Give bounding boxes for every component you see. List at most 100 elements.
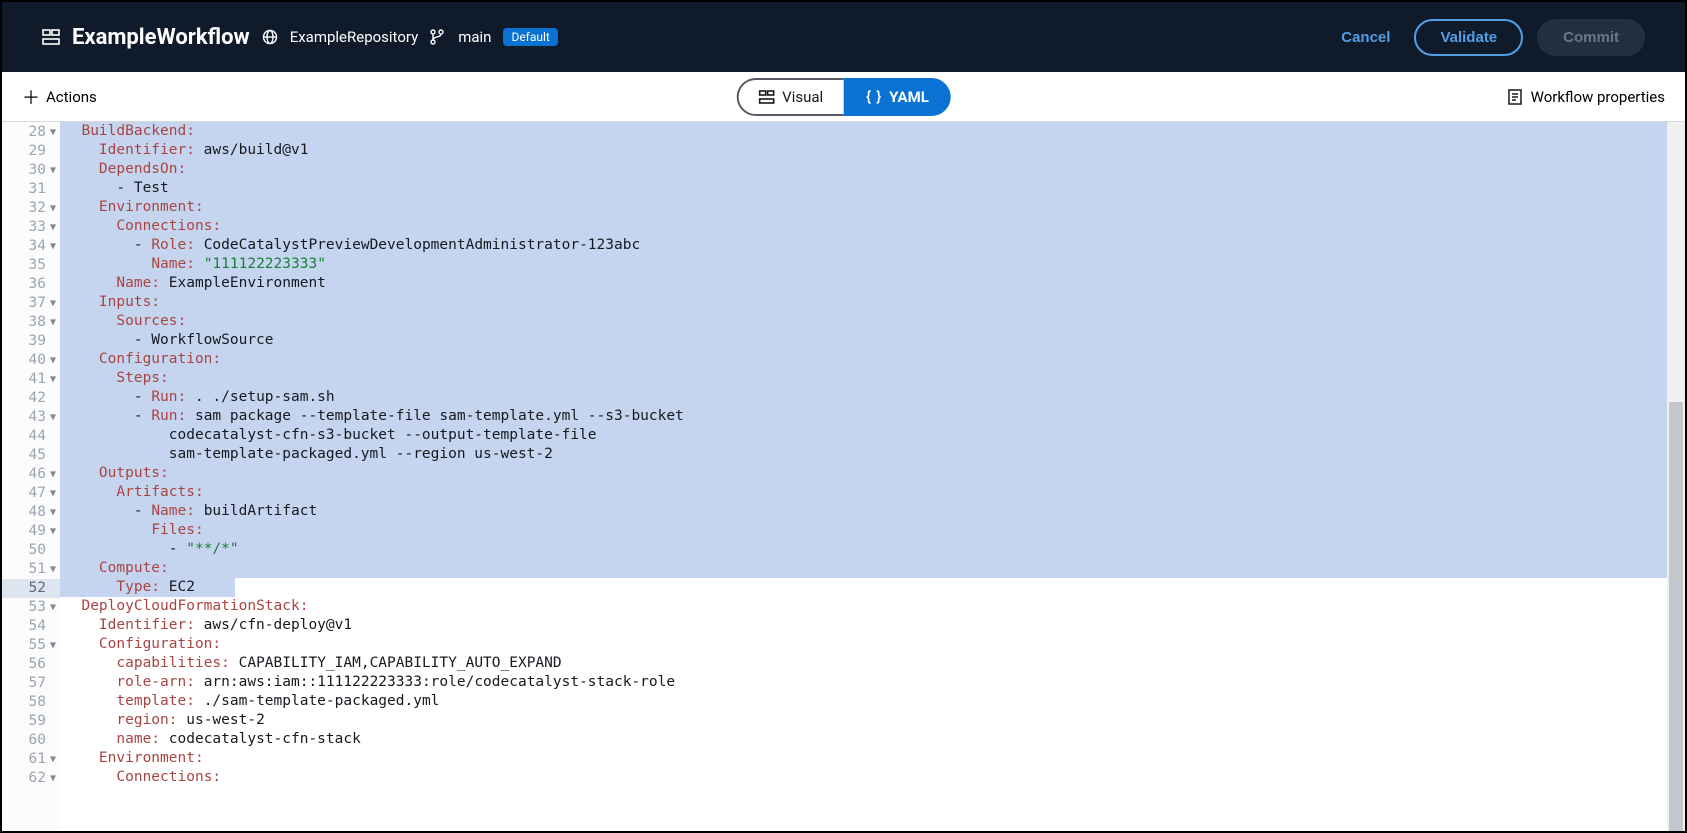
gutter-line: 34▼ [2,237,60,256]
code-line[interactable]: Compute: [60,559,1685,578]
fold-marker-icon[interactable]: ▼ [48,484,56,503]
gutter-line: 44 [2,427,60,446]
yaml-tab[interactable]: YAML [843,78,951,116]
gutter-line: 42 [2,389,60,408]
code-line[interactable]: Configuration: [60,635,1685,654]
fold-marker-icon[interactable]: ▼ [48,294,56,313]
code-line[interactable]: codecatalyst-cfn-s3-bucket --output-temp… [60,426,1685,445]
code-line[interactable]: - Name: buildArtifact [60,502,1685,521]
gutter-line: 40▼ [2,351,60,370]
gutter-line: 39 [2,332,60,351]
header-bar: ExampleWorkflow ExampleRepository main D… [2,2,1685,72]
fold-marker-icon[interactable]: ▼ [48,503,56,522]
code-line[interactable]: Configuration: [60,350,1685,369]
fold-marker-icon[interactable]: ▼ [48,123,56,142]
fold-marker-icon[interactable]: ▼ [48,218,56,237]
fold-marker-icon[interactable]: ▼ [48,351,56,370]
gutter-line: 32▼ [2,199,60,218]
code-line[interactable]: DeployCloudFormationStack: [60,597,1685,616]
code-line[interactable]: Steps: [60,369,1685,388]
fold-marker-icon[interactable]: ▼ [48,313,56,332]
code-line[interactable]: Identifier: aws/cfn-deploy@v1 [60,616,1685,635]
fold-marker-icon[interactable]: ▼ [48,465,56,484]
fold-marker-icon[interactable]: ▼ [48,237,56,256]
cancel-button[interactable]: Cancel [1331,23,1400,52]
gutter-line: 53▼ [2,598,60,617]
code-line[interactable]: Connections: [60,768,1685,787]
gutter-line: 62▼ [2,769,60,788]
code-line[interactable]: role-arn: arn:aws:iam::111122223333:role… [60,673,1685,692]
gutter-line: 49▼ [2,522,60,541]
gutter-line: 31 [2,180,60,199]
code-line[interactable]: name: codecatalyst-cfn-stack [60,730,1685,749]
code-editor[interactable]: 28▼2930▼3132▼33▼34▼353637▼38▼3940▼41▼424… [2,122,1685,831]
code-line[interactable]: Environment: [60,749,1685,768]
code-line[interactable]: template: ./sam-template-packaged.yml [60,692,1685,711]
braces-icon [865,89,881,105]
actions-button[interactable]: ＋ Actions [22,84,97,110]
code-line[interactable]: Connections: [60,217,1685,236]
scrollbar-vertical[interactable] [1667,122,1685,831]
code-line[interactable]: Name: ExampleEnvironment [60,274,1685,293]
scroll-thumb[interactable] [1669,402,1683,831]
code-line[interactable]: region: us-west-2 [60,711,1685,730]
code-line[interactable]: - Role: CodeCatalystPreviewDevelopmentAd… [60,236,1685,255]
code-line[interactable]: Type: EC2 [60,578,1685,597]
fold-marker-icon[interactable]: ▼ [48,769,56,788]
gutter-line: 54 [2,617,60,636]
editor-code-area[interactable]: BuildBackend: Identifier: aws/build@v1 D… [60,122,1685,831]
fold-marker-icon[interactable]: ▼ [48,370,56,389]
yaml-label: YAML [889,88,929,106]
visual-tab[interactable]: Visual [736,78,843,116]
fold-marker-icon[interactable]: ▼ [48,636,56,655]
workflow-icon [42,28,60,46]
fold-marker-icon[interactable]: ▼ [48,598,56,617]
fold-marker-icon[interactable]: ▼ [48,161,56,180]
gutter-line: 38▼ [2,313,60,332]
branch-icon [430,29,446,45]
gutter-line: 46▼ [2,465,60,484]
fold-marker-icon[interactable]: ▼ [48,750,56,769]
properties-label: Workflow properties [1531,88,1665,106]
view-toggle: Visual YAML [736,78,951,116]
fold-marker-icon[interactable]: ▼ [48,522,56,541]
code-line[interactable]: Outputs: [60,464,1685,483]
plus-icon: ＋ [22,84,40,110]
gutter-line: 56 [2,655,60,674]
code-line[interactable]: - Run: sam package --template-file sam-t… [60,407,1685,426]
gutter-line: 35 [2,256,60,275]
code-line[interactable]: Name: "111122223333" [60,255,1685,274]
gutter-line: 29 [2,142,60,161]
gutter-line: 59 [2,712,60,731]
gutter-line: 33▼ [2,218,60,237]
code-line[interactable]: Sources: [60,312,1685,331]
code-line[interactable]: Artifacts: [60,483,1685,502]
code-line[interactable]: - Test [60,179,1685,198]
gutter-line: 48▼ [2,503,60,522]
code-line[interactable]: - Run: . ./setup-sam.sh [60,388,1685,407]
gutter-line: 60 [2,731,60,750]
code-line[interactable]: DependsOn: [60,160,1685,179]
gutter-line: 61▼ [2,750,60,769]
code-line[interactable]: - "**/*" [60,540,1685,559]
app-window: ExampleWorkflow ExampleRepository main D… [0,0,1687,833]
commit-button: Commit [1537,19,1645,56]
code-line[interactable]: sam-template-packaged.yml --region us-we… [60,445,1685,464]
workflow-properties-button[interactable]: Workflow properties [1507,88,1665,106]
fold-marker-icon[interactable]: ▼ [48,199,56,218]
code-line[interactable]: - WorkflowSource [60,331,1685,350]
code-line[interactable]: Identifier: aws/build@v1 [60,141,1685,160]
code-line[interactable]: Inputs: [60,293,1685,312]
validate-button[interactable]: Validate [1414,19,1523,56]
code-line[interactable]: capabilities: CAPABILITY_IAM,CAPABILITY_… [60,654,1685,673]
properties-icon [1507,89,1523,105]
editor-gutter: 28▼2930▼3132▼33▼34▼353637▼38▼3940▼41▼424… [2,122,60,831]
fold-marker-icon[interactable]: ▼ [48,560,56,579]
repository-icon [262,29,278,45]
code-line[interactable]: Environment: [60,198,1685,217]
fold-marker-icon[interactable]: ▼ [48,408,56,427]
code-line[interactable]: Files: [60,521,1685,540]
code-line[interactable]: BuildBackend: [60,122,1685,141]
branch-name: main [458,28,491,46]
gutter-line: 57 [2,674,60,693]
